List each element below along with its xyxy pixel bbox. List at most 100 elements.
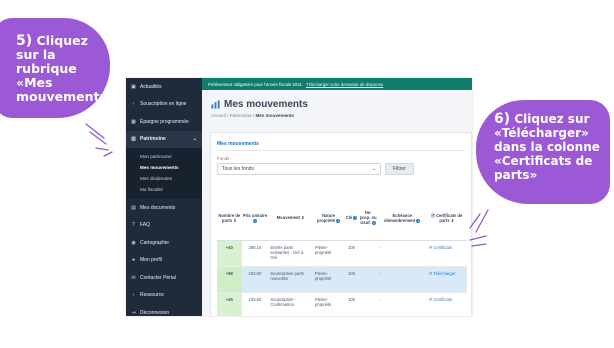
sidebar-item-label: Épargne programmée [140, 118, 189, 125]
chevron-down-icon: ⌄ [371, 166, 376, 172]
notice-banner: Prélèvement obligatoire pour l'année fis… [202, 78, 472, 90]
sidebar-item-patrimoine[interactable]: ▥ Patrimoine ⌄ [126, 130, 202, 148]
cell-parts: +45 [217, 292, 242, 316]
table-header-row: Nombre de parts ⇕ Prix unitaire i Mouvem… [217, 196, 467, 241]
cell-echeance: - [377, 292, 427, 316]
col-header-nature[interactable]: Nature propriété i [312, 196, 345, 241]
cell-cle: 100 [344, 292, 359, 316]
tutorial-screenshot: 5) Cliquez sur la rubrique «Mes mouvemen… [0, 0, 614, 348]
question-icon: ? [132, 222, 135, 229]
sidebar-item-documents[interactable]: ▤ Mes documents [126, 199, 202, 217]
cell-nature: Pleine-propriété [312, 292, 345, 316]
cell-parts: +98 [217, 266, 242, 293]
info-icon: i [353, 216, 358, 221]
col-header-parts[interactable]: Nombre de parts ⇕ [217, 196, 242, 241]
sidebar-item-label: Contacter Périal [140, 274, 176, 281]
sort-icon: ⇕ [450, 217, 455, 223]
callout-step-5: 5) Cliquez sur la rubrique «Mes mouvemen… [0, 18, 115, 118]
banner-link[interactable]: Télécharger votre demande de dispense [306, 82, 383, 87]
sidebar-item-actualites[interactable]: ▣ Actualités [126, 78, 202, 96]
sidebar-item-profil[interactable]: ● Mon profil [126, 252, 202, 270]
col-header-nuprop[interactable]: Nu-prop. ou Usuf. i [358, 196, 378, 241]
table-row: +45 233.50 Souscription - Confirmation P… [217, 292, 467, 316]
mail-icon: ✉ [131, 274, 136, 281]
doc-icon: 🗎 [431, 212, 435, 218]
cell-parts: +40 [217, 240, 242, 267]
user-icon: ● [131, 257, 136, 264]
cell-nuprop [358, 266, 378, 293]
sidebar-item-epargne[interactable]: ▦ Épargne programmée [126, 113, 202, 131]
card-title: Mes mouvements [217, 141, 259, 147]
info-icon: i [336, 218, 341, 223]
sidebar-item-label: Mes documents [140, 204, 176, 211]
sidebar-item-deconnexion[interactable]: ⇥ Déconnexion [126, 304, 202, 316]
movements-table: Nombre de parts ⇕ Prix unitaire i Mouvem… [217, 196, 467, 316]
sidebar-item-label: Actualités [140, 83, 162, 90]
cell-echeance: - [377, 240, 427, 267]
table-row: +40 395.10 Entrée parts existantes - Gré… [217, 240, 467, 267]
info-icon: i [372, 221, 377, 226]
submenu-item-ma-fiscalite[interactable]: Ma fiscalité [126, 184, 202, 195]
docs-icon: ▤ [131, 204, 136, 211]
col-header-prix[interactable]: Prix unitaire i [241, 196, 269, 241]
cell-cle: 100 [344, 240, 359, 267]
download-certificate-link[interactable]: 🗎 Certificats [426, 292, 467, 316]
espace-associe-window: ▣ Actualités ‹ Souscription en ligne ▦ É… [126, 78, 472, 316]
table-row-highlighted: +98 192.00 Souscription parts nouvelles … [217, 266, 467, 293]
news-icon: ▣ [131, 83, 136, 90]
info-icon: i [252, 218, 257, 223]
col-header-echeance[interactable]: Échéance démembrement i [377, 196, 427, 241]
col-header-certificats[interactable]: 🗎 Certificats de parts ⇕ [426, 196, 467, 241]
cell-mouvement: Souscription parts nouvelles [268, 266, 313, 293]
breadcrumb: Accueil / Patrimoine / Mes mouvements [211, 113, 295, 118]
col-header-cle[interactable]: Clé i [344, 196, 359, 241]
calendar-icon: ▦ [131, 118, 136, 125]
doc-icon: 🗎 [428, 270, 433, 276]
download-certificate-link[interactable]: 🗎 Certificats [426, 240, 467, 267]
chart-icon: ▥ [131, 136, 136, 143]
sidebar-item-cartographie[interactable]: ◉ Cartographie [126, 234, 202, 252]
download-certificate-link[interactable]: 🗎 Télécharger [426, 266, 467, 293]
sidebar-item-label: Patrimoine [140, 136, 166, 143]
bar-chart-icon [211, 100, 220, 109]
main-content: Prélèvement obligatoire pour l'année fis… [202, 78, 472, 316]
fonds-select-value: Tous les fonds [222, 166, 254, 172]
banner-text: Prélèvement obligatoire pour l'année fis… [208, 81, 302, 87]
cell-nuprop [358, 292, 378, 316]
submenu-item-mes-dividendes[interactable]: Mes dividendes [126, 173, 202, 184]
sidebar-item-ressource[interactable]: ‹ Ressource [126, 287, 202, 305]
sidebar-item-label: Mon profil [140, 257, 162, 264]
callout-step-6-number: 6) [494, 111, 511, 127]
breadcrumb-item-accueil[interactable]: Accueil [211, 113, 226, 118]
sidebar-item-label: Cartographie [140, 239, 169, 246]
doc-icon: 🗎 [428, 244, 433, 250]
sidebar-item-label: FAQ [140, 222, 151, 229]
sidebar-item-faq[interactable]: ? FAQ [126, 217, 202, 235]
breadcrumb-current: Mes mouvements [255, 113, 295, 118]
callout-step-6: 6) Cliquez sur «Télécharger» dans la col… [476, 100, 610, 204]
cell-prix: 233.50 [241, 292, 269, 316]
sort-icon: ⇕ [301, 215, 305, 221]
map-icon: ◉ [131, 239, 136, 246]
sort-icon: ⇕ [233, 217, 237, 223]
submenu-item-mon-patrimoine[interactable]: Mon patrimoine [126, 151, 202, 162]
cell-cle: 100 [344, 266, 359, 293]
arrow-to-telecharger-icon [469, 209, 489, 247]
fonds-select[interactable]: Tous les fonds ⌄ [217, 163, 381, 175]
filter-button[interactable]: Filtrer [385, 163, 414, 175]
callout-step-6-text: Cliquez sur «Télécharger» dans la colonn… [494, 112, 600, 182]
cell-prix: 395.10 [241, 240, 269, 267]
breadcrumb-item-patrimoine[interactable]: Patrimoine [230, 113, 252, 118]
submenu-item-mes-mouvements[interactable]: Mes mouvements [126, 162, 202, 173]
sidebar-item-contact[interactable]: ✉ Contacter Périal [126, 269, 202, 287]
sidebar-item-label: Ressource [140, 292, 164, 299]
col-header-mouvement[interactable]: Mouvement ⇕ [268, 196, 313, 241]
sidebar-item-label: Déconnexion [140, 309, 170, 316]
patrimoine-submenu: Mon patrimoine Mes mouvements Mes divide… [126, 148, 202, 199]
movements-card: Mes mouvements Fonds : Tous les fonds ⌄ … [210, 132, 472, 316]
sidebar-item-souscription[interactable]: ‹ Souscription en ligne [126, 96, 202, 114]
chevron-left-icon: ‹ [132, 292, 135, 299]
fonds-label: Fonds : [217, 156, 232, 161]
cell-echeance: - [377, 266, 427, 293]
page-header: Mes mouvements [202, 90, 472, 110]
